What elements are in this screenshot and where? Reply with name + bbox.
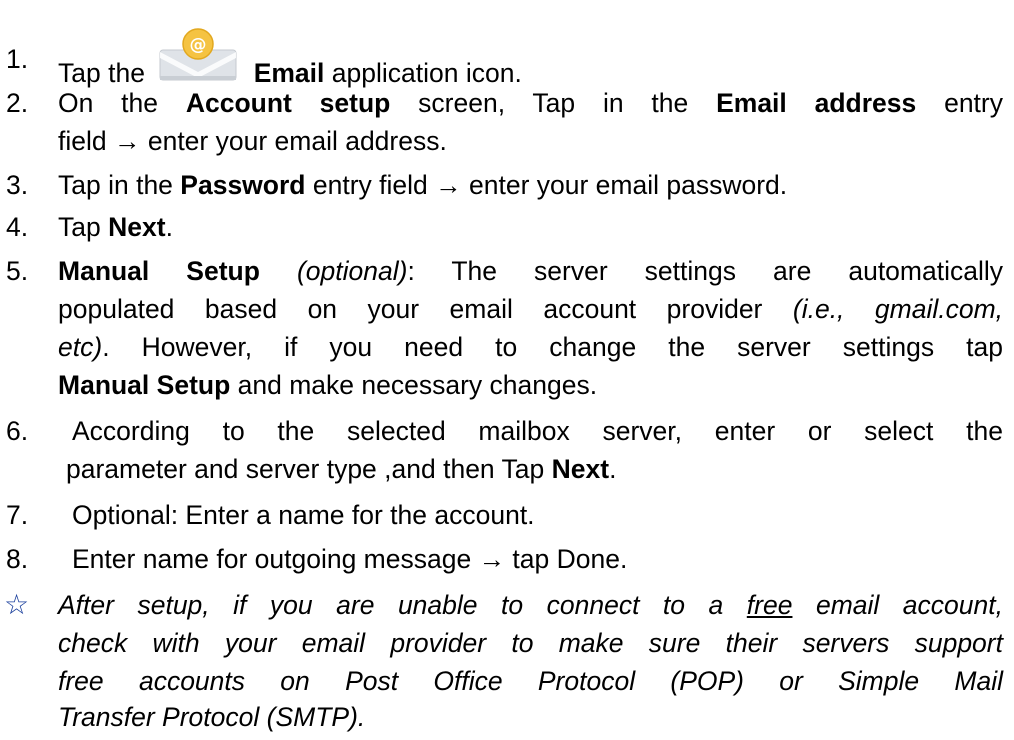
step-5-number: 5. [6, 256, 29, 286]
step-5-line-2: populated based on your email account pr… [58, 294, 1004, 324]
step-5-line-1: Manual Setup (optional): The server sett… [58, 256, 1003, 286]
step-4-number: 4. [6, 212, 29, 242]
step-7-number: 7. [6, 500, 29, 530]
note-line-1: After setup, if you are unable to connec… [58, 590, 1003, 620]
note-line-4: Transfer Protocol (SMTP). [58, 702, 366, 732]
step-1-bold: Email [253, 58, 325, 88]
step-1-before: Tap the [58, 58, 145, 88]
step-6-line-1: According to the selected mailbox server… [72, 416, 1003, 446]
step-3-text: Tap in the Password entry field → enter … [58, 170, 788, 200]
note-line-2: check with your email provider to make s… [58, 628, 1003, 658]
step-1-text: Tap the @ Email application icon. [58, 28, 522, 90]
step-6-number: 6. [6, 416, 29, 446]
step-8-number: 8. [6, 544, 29, 574]
step-1-number: 1. [6, 44, 29, 74]
step-3-number: 3. [6, 170, 29, 200]
star-icon: ☆ [4, 589, 30, 620]
note-line-3: free accounts on Post Office Protocol (P… [58, 666, 1003, 696]
step-6-line-2: parameter and server type ,and then Tap … [66, 454, 617, 484]
step-5-line-3: etc). However, if you need to change the… [58, 332, 1003, 362]
step-1-after: application icon. [331, 58, 522, 88]
step-7-text: Optional: Enter a name for the account. [72, 500, 535, 530]
svg-text:@: @ [190, 35, 207, 55]
email-app-icon: @ [156, 28, 240, 90]
step-4-text: Tap Next. [58, 212, 173, 242]
step-8-text: Enter name for outgoing message → tap Do… [72, 544, 628, 574]
step-2-number: 2. [6, 88, 29, 118]
step-5-line-4: Manual Setup and make necessary changes. [58, 370, 598, 400]
step-2-line-2: field → enter your email address. [58, 126, 447, 156]
step-2-line-1: On the Account setup screen, Tap in the … [58, 88, 1003, 118]
instruction-document: 1. Tap the @ Email application icon. 2. … [0, 0, 1014, 740]
